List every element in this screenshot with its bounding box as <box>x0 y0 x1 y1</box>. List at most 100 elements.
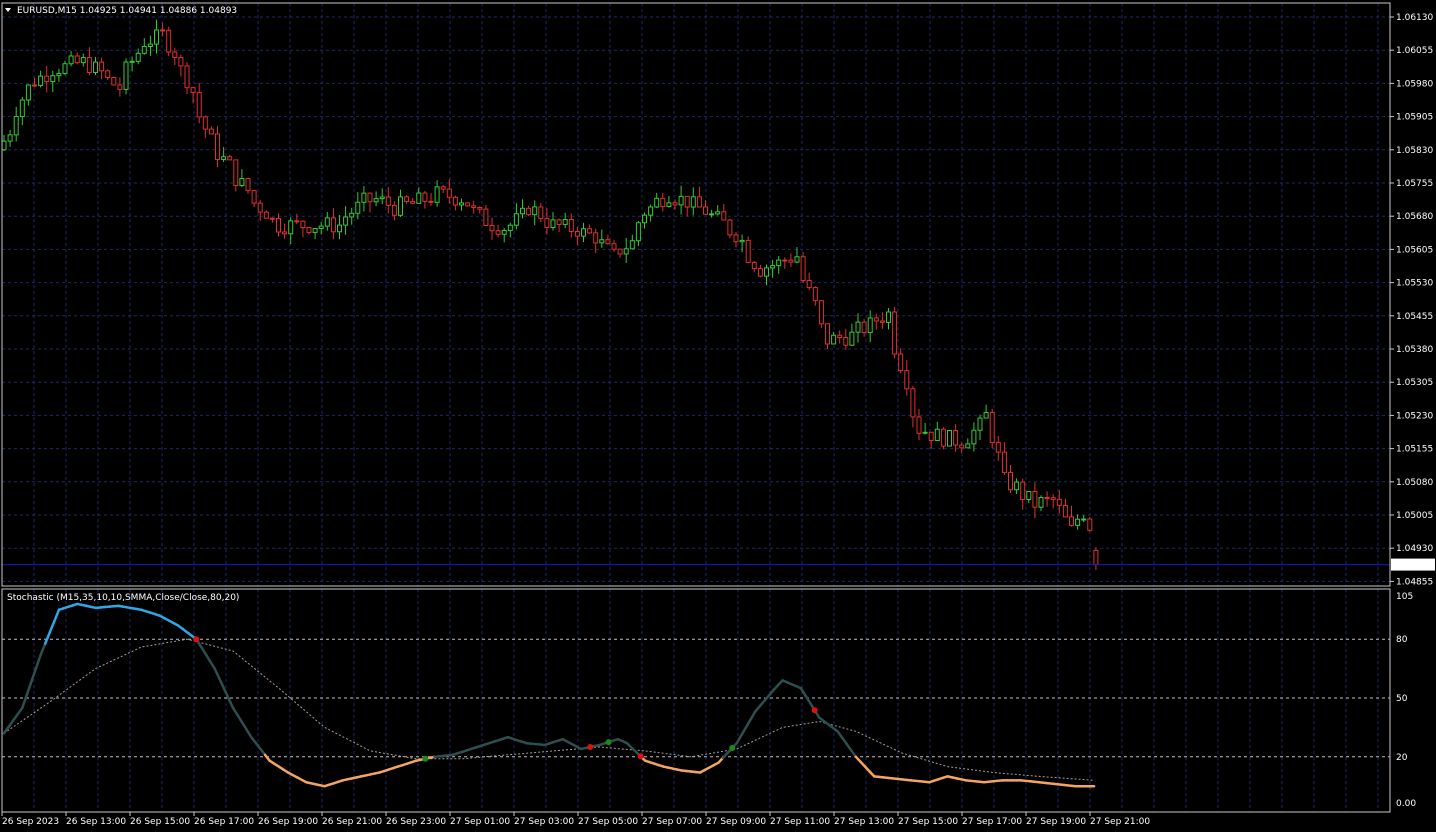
candle-body[interactable] <box>635 222 641 242</box>
candle-body[interactable] <box>538 206 544 219</box>
candle-body[interactable] <box>166 29 172 53</box>
candle-body[interactable] <box>32 84 37 87</box>
candle-body[interactable] <box>251 190 257 204</box>
candle-body[interactable] <box>44 75 50 83</box>
candle-body[interactable] <box>721 211 727 221</box>
candle-body[interactable] <box>245 177 251 192</box>
candle-body[interactable] <box>849 331 855 346</box>
candle-body[interactable] <box>312 228 318 233</box>
candle-body[interactable] <box>428 200 434 203</box>
candle-body[interactable] <box>800 256 806 281</box>
candle-body[interactable] <box>818 300 824 325</box>
candle-body[interactable] <box>861 321 867 334</box>
candle-body[interactable] <box>922 431 928 434</box>
candle-body[interactable] <box>38 75 44 86</box>
candle-body[interactable] <box>294 220 300 223</box>
candle-body[interactable] <box>68 55 74 65</box>
candle-body[interactable] <box>330 217 336 233</box>
candle-body[interactable] <box>892 311 898 355</box>
trading-chart[interactable]: 1.06130 1.06055 1.05980 1.05905 1.05830 1.057… <box>0 0 1436 832</box>
candle-body[interactable] <box>879 320 885 323</box>
candle-body[interactable] <box>568 219 574 233</box>
candle-body[interactable] <box>1093 549 1099 566</box>
candle-body[interactable] <box>1026 491 1032 501</box>
candle-body[interactable] <box>867 317 873 334</box>
candle-body[interactable] <box>599 239 605 244</box>
candle-body[interactable] <box>1056 498 1062 506</box>
candle-body[interactable] <box>989 411 995 444</box>
candle-body[interactable] <box>74 55 80 64</box>
candle-body[interactable] <box>623 248 629 255</box>
candle-body[interactable] <box>995 442 1001 453</box>
candle-body[interactable] <box>916 416 922 434</box>
candle-body[interactable] <box>269 217 275 220</box>
candle-body[interactable] <box>111 77 117 86</box>
candle-body[interactable] <box>135 52 141 62</box>
candle-body[interactable] <box>855 321 861 333</box>
candle-body[interactable] <box>288 220 294 235</box>
candle-body[interactable] <box>587 228 593 234</box>
candle-body[interactable] <box>324 217 330 227</box>
candle-body[interactable] <box>965 443 971 449</box>
candle-body[interactable] <box>825 323 830 345</box>
candle-body[interactable] <box>483 208 489 227</box>
candle-body[interactable] <box>239 177 245 187</box>
candle-body[interactable] <box>733 234 739 243</box>
candle-body[interactable] <box>971 429 977 445</box>
candle-body[interactable] <box>477 206 483 210</box>
candle-body[interactable] <box>117 84 123 90</box>
candle-body[interactable] <box>446 188 452 198</box>
candle-body[interactable] <box>611 243 617 250</box>
candle-body[interactable] <box>593 232 599 244</box>
candle-body[interactable] <box>147 43 153 47</box>
candle-body[interactable] <box>1069 516 1074 526</box>
candle-body[interactable] <box>190 87 196 93</box>
candle-body[interactable] <box>263 211 269 219</box>
candle-body[interactable] <box>959 444 965 449</box>
candle-body[interactable] <box>355 201 361 214</box>
candle-body[interactable] <box>886 311 891 323</box>
candle-body[interactable] <box>495 230 501 235</box>
candle-body[interactable] <box>617 248 623 255</box>
candle-body[interactable] <box>202 116 208 130</box>
candle-body[interactable] <box>141 45 147 54</box>
candle-body[interactable] <box>684 195 690 208</box>
candle-body[interactable] <box>471 205 477 208</box>
candle-body[interactable] <box>452 196 458 206</box>
candle-body[interactable] <box>208 128 214 135</box>
candle-body[interactable] <box>227 156 233 161</box>
candle-body[interactable] <box>660 197 666 207</box>
candle-body[interactable] <box>666 202 672 207</box>
candle-body[interactable] <box>154 29 159 45</box>
candle-body[interactable] <box>86 57 92 74</box>
candle-body[interactable] <box>300 220 306 229</box>
candle-body[interactable] <box>178 56 184 67</box>
candle-body[interactable] <box>56 72 62 77</box>
candle-body[interactable] <box>233 159 239 187</box>
candle-body[interactable] <box>440 186 446 190</box>
candle-body[interactable] <box>648 206 654 216</box>
candle-body[interactable] <box>843 337 849 346</box>
candle-body[interactable] <box>434 186 440 203</box>
candle-body[interactable] <box>983 411 989 419</box>
candle-body[interactable] <box>550 219 556 229</box>
candle-body[interactable] <box>373 198 379 203</box>
candle-body[interactable] <box>160 29 166 32</box>
candle-body[interactable] <box>13 116 19 136</box>
candle-body[interactable] <box>215 133 220 160</box>
candle-body[interactable] <box>904 370 910 390</box>
candle-body[interactable] <box>172 51 178 58</box>
candle-body[interactable] <box>806 279 812 289</box>
candle-body[interactable] <box>282 231 288 235</box>
candle-body[interactable] <box>465 202 471 207</box>
candle-body[interactable] <box>1008 471 1013 491</box>
candle-body[interactable] <box>1038 497 1044 508</box>
candle-body[interactable] <box>556 219 562 225</box>
candle-body[interactable] <box>977 417 983 431</box>
candle-body[interactable] <box>7 134 13 142</box>
candle-body[interactable] <box>574 231 580 237</box>
candle-body[interactable] <box>520 207 525 215</box>
candle-body[interactable] <box>507 224 513 231</box>
candle-body[interactable] <box>898 353 904 372</box>
candle-body[interactable] <box>80 57 86 64</box>
